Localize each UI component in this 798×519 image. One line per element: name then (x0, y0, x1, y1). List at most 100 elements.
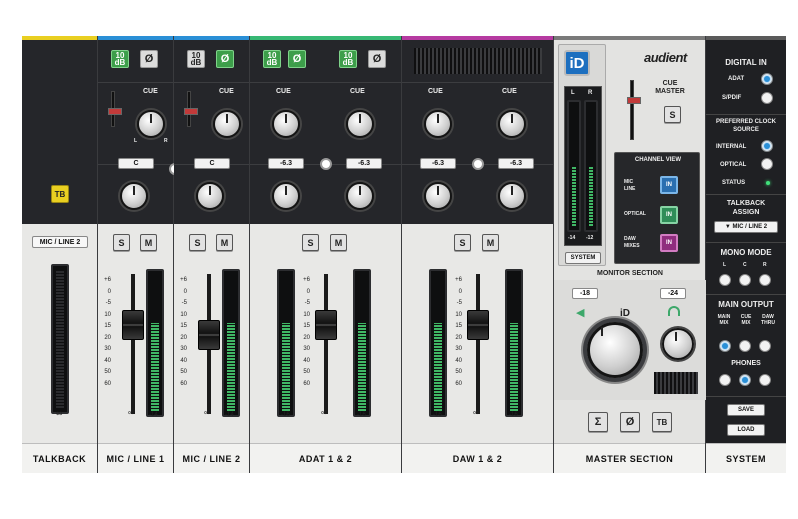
mic2-solo-button[interactable]: S (189, 234, 206, 251)
adat2-peak: -16 (357, 412, 366, 418)
talkback-assign-title: TALKBACK ASSIGN (726, 200, 766, 216)
talkback-input-select[interactable]: MIC / LINE 2 (32, 236, 88, 248)
adat1-cue-label: CUE (276, 88, 291, 95)
mic2-pan-readout[interactable]: C (194, 158, 230, 169)
master-meter-r-bar (584, 100, 598, 232)
mic1-cue-knob[interactable] (137, 110, 165, 138)
adat-label: ADAT (728, 76, 745, 82)
daw-link-button[interactable] (472, 158, 484, 170)
mic2-fader[interactable] (198, 320, 220, 350)
monitor-level-readout[interactable]: -18 (572, 288, 598, 299)
mic1-mute-button[interactable]: M (140, 234, 157, 251)
mono-r-label: R (763, 262, 767, 268)
phones-daw-radio[interactable] (759, 374, 771, 386)
adat1-peak: -16 (281, 412, 290, 418)
mic2-cue-fader[interactable] (184, 91, 198, 127)
phones-volume-knob[interactable] (662, 328, 694, 360)
adat-link-button[interactable] (320, 158, 332, 170)
id-mini-logo: iD (620, 308, 630, 319)
daw-mute-button[interactable]: M (482, 234, 499, 251)
mic2-scale: +6 0 -5 10 15 20 30 40 50 60 (180, 277, 187, 387)
mic1-pad-button[interactable]: 10 dB (111, 50, 129, 68)
daw2-pan-readout[interactable]: -6.3 (498, 158, 534, 169)
phones-main-radio[interactable] (719, 374, 731, 386)
spdif-label: S/PDIF (722, 95, 742, 101)
digital-in-adat-radio[interactable] (761, 73, 773, 85)
system-strip: DIGITAL IN ADAT S/PDIF PREFERRED CLOCK S… (706, 36, 786, 473)
master-sum-button[interactable]: Σ (588, 412, 608, 432)
monitor-volume-knob[interactable] (587, 322, 643, 378)
talkback-strip: MIC / LINE 2 ∞ TB TALKBACK (22, 36, 98, 473)
daw1-cue-knob[interactable] (424, 110, 452, 138)
daw1-cue-label: CUE (428, 88, 443, 95)
master-strip: iD L R -14 -12 SYSTEM audient CUE MASTER… (554, 36, 706, 473)
cv-mic-in[interactable]: IN (660, 176, 678, 194)
headphones-icon (668, 306, 680, 316)
system-color-bar (706, 36, 786, 40)
daw1-pan-readout[interactable]: -6.3 (420, 158, 456, 169)
daw1-pan-knob[interactable] (424, 182, 452, 210)
adat-mute-button[interactable]: M (330, 234, 347, 251)
mic2-phase-button[interactable]: Ø (216, 50, 234, 68)
talkback-assign-select[interactable]: ▼ MIC / LINE 2 (714, 221, 778, 233)
adat2-pad-button[interactable]: 10 dB (339, 50, 357, 68)
mic2-cue-knob[interactable] (213, 110, 241, 138)
adat2-pan-readout[interactable]: -6.3 (346, 158, 382, 169)
talkback-meter (51, 264, 69, 414)
daw-footer: DAW 1 & 2 (402, 443, 553, 473)
master-tb-button[interactable]: TB (652, 412, 672, 432)
load-button[interactable]: LOAD (727, 424, 765, 436)
adat-fader[interactable] (315, 310, 337, 340)
mic2-strip: 10 dB Ø CUE C S M +6 0 -5 10 15 20 30 40 50 60 ∞ … (174, 36, 250, 473)
daw2-cue-knob[interactable] (498, 110, 526, 138)
master-system-button[interactable]: SYSTEM (565, 252, 601, 264)
adat1-phase-button[interactable]: Ø (288, 50, 306, 68)
adat1-pan-readout[interactable]: -6.3 (268, 158, 304, 169)
phones-cue-radio[interactable] (739, 374, 751, 386)
mic2-mute-button[interactable]: M (216, 234, 233, 251)
adat1-pad-button[interactable]: 10 dB (263, 50, 281, 68)
adat1-cue-knob[interactable] (272, 110, 300, 138)
digital-in-spdif-radio[interactable] (761, 92, 773, 104)
mic1-peak: -14 (149, 412, 158, 418)
cue-master-fader[interactable] (627, 80, 641, 140)
adat2-phase-button[interactable]: Ø (368, 50, 386, 68)
mono-r-radio[interactable] (759, 274, 771, 286)
adat2-cue-knob[interactable] (346, 110, 374, 138)
mic1-solo-button[interactable]: S (113, 234, 130, 251)
cv-daw-in[interactable]: IN (660, 234, 678, 252)
main-output-title: MAIN OUTPUT (718, 300, 774, 309)
clock-optical-radio[interactable] (761, 158, 773, 170)
clock-internal-radio[interactable] (761, 140, 773, 152)
master-phase-button[interactable]: Ø (620, 412, 640, 432)
mic1-cue-fader[interactable] (108, 91, 122, 127)
daw-solo-button[interactable]: S (454, 234, 471, 251)
cv-mic-label: MIC LINE (624, 179, 636, 192)
mic1-fader[interactable] (122, 310, 144, 340)
mic1-pan-readout[interactable]: C (118, 158, 154, 169)
main-out-daw-radio[interactable] (759, 340, 771, 352)
talkback-tb-button[interactable]: TB (51, 185, 69, 203)
cv-optical-in[interactable]: IN (660, 206, 678, 224)
cue-master-label: CUE MASTER (655, 80, 685, 95)
talkback-footer: TALKBACK (22, 443, 97, 473)
mono-l-radio[interactable] (719, 274, 731, 286)
main-out-main-radio[interactable] (719, 340, 731, 352)
phones-level-readout[interactable]: -24 (660, 288, 686, 299)
daw2-pan-knob[interactable] (498, 182, 526, 210)
mic1-phase-button[interactable]: Ø (140, 50, 158, 68)
adat-solo-button[interactable]: S (302, 234, 319, 251)
daw-fader[interactable] (467, 310, 489, 340)
cue-master-solo[interactable]: S (664, 106, 681, 123)
audient-brand: audient (644, 50, 687, 65)
main-out-cue-radio[interactable] (739, 340, 751, 352)
daw1-meter (429, 269, 447, 417)
mono-c-radio[interactable] (739, 274, 751, 286)
mic2-pad-button[interactable]: 10 dB (187, 50, 205, 68)
mic1-pan-knob[interactable] (120, 182, 148, 210)
save-button[interactable]: SAVE (727, 404, 765, 416)
mic2-pan-knob[interactable] (196, 182, 224, 210)
daw-fader-track (476, 274, 480, 414)
adat2-pan-knob[interactable] (346, 182, 374, 210)
adat1-pan-knob[interactable] (272, 182, 300, 210)
